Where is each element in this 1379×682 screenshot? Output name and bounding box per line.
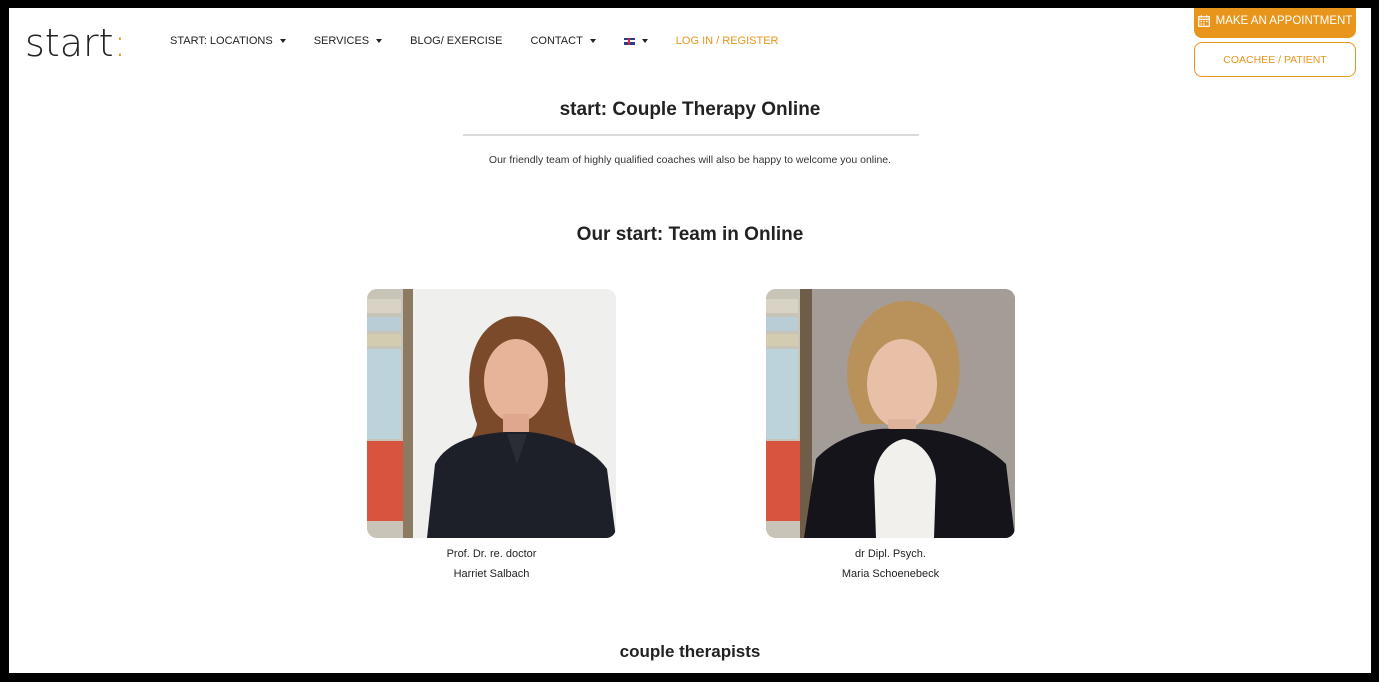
appointment-label: MAKE AN APPOINTMENT	[1215, 15, 1353, 27]
chevron-down-icon	[589, 39, 596, 43]
page-frame: start: START: LOCATIONS SERVICES BLOG/ E…	[9, 8, 1371, 673]
make-appointment-button[interactable]: MAKE AN APPOINTMENT	[1194, 8, 1356, 38]
calendar-icon	[1197, 15, 1210, 27]
nav-label: SERVICES	[313, 35, 370, 47]
coach-photo[interactable]	[367, 289, 616, 538]
nav-item-contact[interactable]: CONTACT	[530, 35, 596, 47]
coach-title: Prof. Dr. re. doctor	[446, 548, 537, 560]
team-heading: Our start: Team in Online	[576, 224, 804, 245]
coach-photo[interactable]	[766, 289, 1015, 538]
login-register-link[interactable]: LOG IN / REGISTER	[676, 35, 779, 47]
page-title: start: Couple Therapy Online	[559, 99, 821, 120]
chevron-down-icon	[376, 39, 383, 43]
nav-label: START: LOCATIONS	[170, 35, 273, 47]
language-selector[interactable]	[623, 37, 648, 45]
nav-item-locations[interactable]: START: LOCATIONS	[170, 35, 286, 47]
nav-label: BLOG/ EXERCISE	[410, 35, 503, 47]
chevron-down-icon	[279, 39, 286, 43]
intro-text: Our friendly team of highly qualified co…	[488, 154, 892, 166]
coach-name: Harriet Salbach	[453, 568, 530, 580]
logo-colon: :	[113, 21, 127, 65]
team-card[interactable]: dr Dipl. Psych. Maria Schoenebeck	[766, 289, 1015, 584]
uk-flag-icon	[623, 37, 635, 45]
site-logo[interactable]: start:	[25, 20, 126, 66]
section-heading: couple therapists	[619, 642, 761, 661]
chevron-down-icon	[641, 39, 648, 43]
team-card[interactable]: Prof. Dr. re. doctor Harriet Salbach	[367, 289, 616, 584]
nav-item-blog[interactable]: BLOG/ EXERCISE	[410, 35, 502, 47]
nav-label: CONTACT	[530, 35, 583, 47]
coachee-patient-button[interactable]: COACHEE / PATIENT	[1194, 42, 1356, 77]
logo-text: start	[25, 21, 114, 65]
nav-item-services[interactable]: SERVICES	[313, 35, 383, 47]
title-divider	[463, 134, 919, 136]
coach-name: Maria Schoenebeck	[841, 568, 940, 580]
coach-title: dr Dipl. Psych.	[855, 548, 926, 560]
main-nav: START: LOCATIONS SERVICES BLOG/ EXERCISE…	[170, 35, 806, 47]
